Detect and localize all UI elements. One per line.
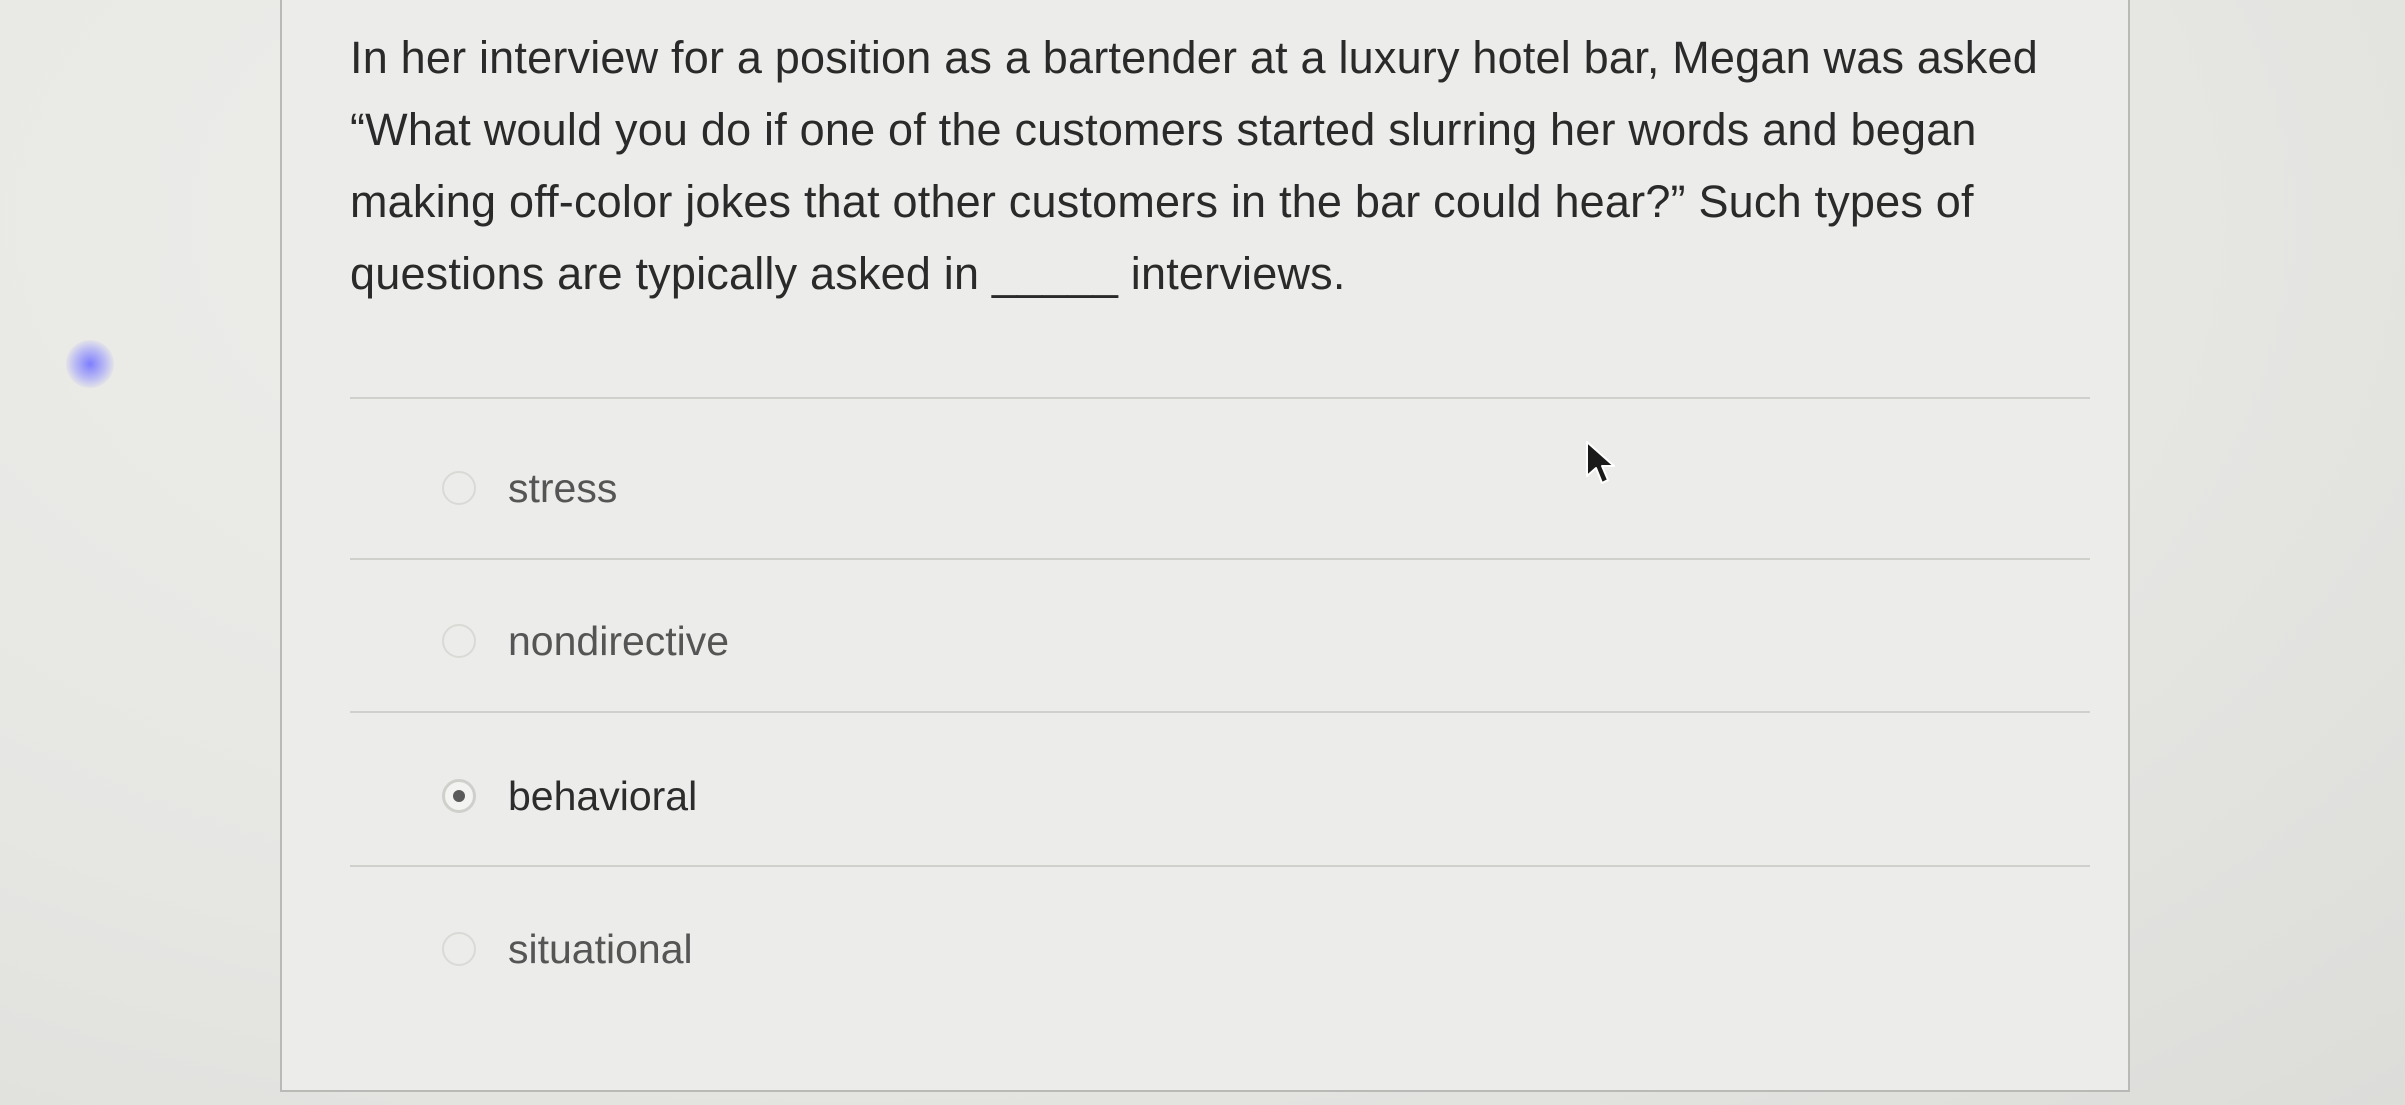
radio-button-selected-icon[interactable]: [442, 779, 476, 813]
option-label: situational: [508, 925, 693, 972]
divider: [350, 558, 2090, 560]
arrow-cursor-icon: [1586, 441, 1615, 484]
option-label: behavioral: [508, 772, 698, 819]
light-glare-spot: [66, 340, 114, 388]
radio-button-icon[interactable]: [442, 471, 476, 505]
radio-dot-icon: [453, 790, 465, 802]
question-card: In her interview for a position as a bar…: [280, 0, 2130, 1092]
option-stress[interactable]: stress: [442, 458, 617, 518]
radio-button-icon[interactable]: [442, 932, 476, 966]
divider: [350, 711, 2090, 713]
question-text: In her interview for a position as a bar…: [350, 32, 2038, 299]
option-label: nondirective: [508, 617, 730, 664]
divider: [350, 865, 2090, 867]
option-behavioral[interactable]: behavioral: [442, 766, 697, 826]
option-label: stress: [508, 464, 618, 511]
radio-button-icon[interactable]: [442, 624, 476, 658]
divider: [350, 397, 2090, 399]
option-situational[interactable]: situational: [442, 919, 693, 979]
option-nondirective[interactable]: nondirective: [442, 611, 729, 671]
